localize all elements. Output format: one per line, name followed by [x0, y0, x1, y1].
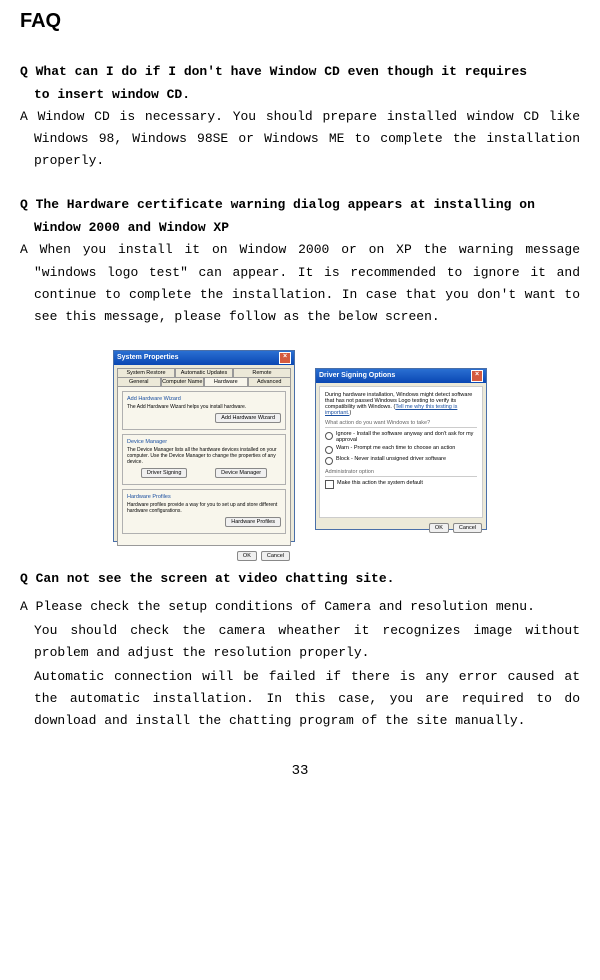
radio-label: Ignore - Install the software anyway and…: [336, 431, 477, 443]
answer-3-line2: You should check the camera wheather it …: [20, 620, 580, 664]
hardware-profiles-button[interactable]: Hardware Profiles: [225, 517, 281, 527]
question-1-line1: Q What can I do if I don't have Window C…: [20, 61, 580, 83]
radio-label: Warn - Prompt me each time to choose an …: [336, 445, 455, 451]
dialog-body: During hardware installation, Windows mi…: [319, 386, 483, 518]
cancel-button[interactable]: Cancel: [261, 551, 290, 561]
group-text: The Device Manager lists all the hardwar…: [127, 447, 281, 465]
radio-ignore[interactable]: Ignore - Install the software anyway and…: [325, 431, 477, 443]
question-1-line2: to insert window CD.: [34, 87, 580, 102]
tab-hardware[interactable]: Hardware: [204, 377, 248, 386]
close-icon[interactable]: ×: [471, 370, 483, 382]
radio-label: Block - Never install unsigned driver so…: [336, 456, 446, 462]
device-manager-button[interactable]: Device Manager: [215, 468, 267, 478]
system-properties-window: System Properties × System Restore Autom…: [113, 350, 295, 542]
cancel-button[interactable]: Cancel: [453, 523, 482, 533]
radio-warn[interactable]: Warn - Prompt me each time to choose an …: [325, 445, 477, 454]
window-title: System Properties: [117, 354, 178, 361]
figures-row: System Properties × System Restore Autom…: [20, 350, 580, 542]
question-2-line1: Q The Hardware certificate warning dialo…: [20, 194, 580, 216]
window-title: Driver Signing Options: [319, 372, 395, 379]
radio-icon: [325, 446, 333, 454]
tab-general[interactable]: General: [117, 377, 161, 386]
page-number: 33: [20, 763, 580, 779]
action-heading: What action do you want Windows to take?: [325, 420, 477, 428]
add-hardware-wizard-button[interactable]: Add Hardware Wizard: [215, 413, 281, 423]
intro-text: During hardware installation, Windows mi…: [325, 392, 477, 416]
add-hardware-group: Add Hardware Wizard The Add Hardware Wiz…: [122, 391, 286, 430]
tab-remote[interactable]: Remote: [233, 368, 291, 377]
answer-3-line1: A Please check the setup conditions of C…: [20, 596, 580, 618]
tabs-row1: System Restore Automatic Updates Remote: [114, 365, 294, 377]
question-2-line2: Window 2000 and Window XP: [34, 220, 580, 235]
device-manager-group: Device Manager The Device Manager lists …: [122, 434, 286, 485]
close-icon[interactable]: ×: [279, 352, 291, 364]
tab-advanced[interactable]: Advanced: [248, 377, 292, 386]
checkbox-default[interactable]: Make this action the system default: [325, 480, 477, 489]
group-text: Hardware profiles provide a way for you …: [127, 502, 281, 514]
document-page: FAQ Q What can I do if I don't have Wind…: [5, 0, 595, 799]
group-text: The Add Hardware Wizard helps you instal…: [127, 404, 281, 410]
page-title: FAQ: [20, 10, 580, 33]
tab-system-restore[interactable]: System Restore: [117, 368, 175, 377]
titlebar: System Properties ×: [114, 351, 294, 365]
admin-heading: Administrator option: [325, 469, 477, 477]
question-3: Q Can not see the screen at video chatti…: [20, 568, 580, 590]
answer-2: A When you install it on Window 2000 or …: [20, 239, 580, 327]
tab-body: Add Hardware Wizard The Add Hardware Wiz…: [117, 386, 291, 546]
ok-button[interactable]: OK: [237, 551, 257, 561]
hardware-profiles-group: Hardware Profiles Hardware profiles prov…: [122, 489, 286, 534]
titlebar: Driver Signing Options ×: [316, 369, 486, 383]
radio-block[interactable]: Block - Never install unsigned driver so…: [325, 456, 477, 465]
tab-computer-name[interactable]: Computer Name: [161, 377, 205, 386]
answer-3-line3: Automatic connection will be failed if t…: [20, 666, 580, 732]
driver-signing-window: Driver Signing Options × During hardware…: [315, 368, 487, 530]
group-title: Add Hardware Wizard: [127, 396, 281, 402]
ok-button[interactable]: OK: [429, 523, 449, 533]
tabs-row2: General Computer Name Hardware Advanced: [114, 377, 294, 386]
driver-signing-button[interactable]: Driver Signing: [141, 468, 188, 478]
group-title: Hardware Profiles: [127, 494, 281, 500]
answer-1: A Window CD is necessary. You should pre…: [20, 106, 580, 172]
group-title: Device Manager: [127, 439, 281, 445]
checkbox-label: Make this action the system default: [337, 480, 423, 486]
dialog-buttons: OK Cancel: [316, 521, 486, 537]
radio-icon: [325, 432, 333, 440]
tab-auto-updates[interactable]: Automatic Updates: [175, 368, 233, 377]
dialog-buttons: OK Cancel: [114, 549, 294, 565]
radio-icon: [325, 457, 333, 465]
checkbox-icon: [325, 480, 334, 489]
